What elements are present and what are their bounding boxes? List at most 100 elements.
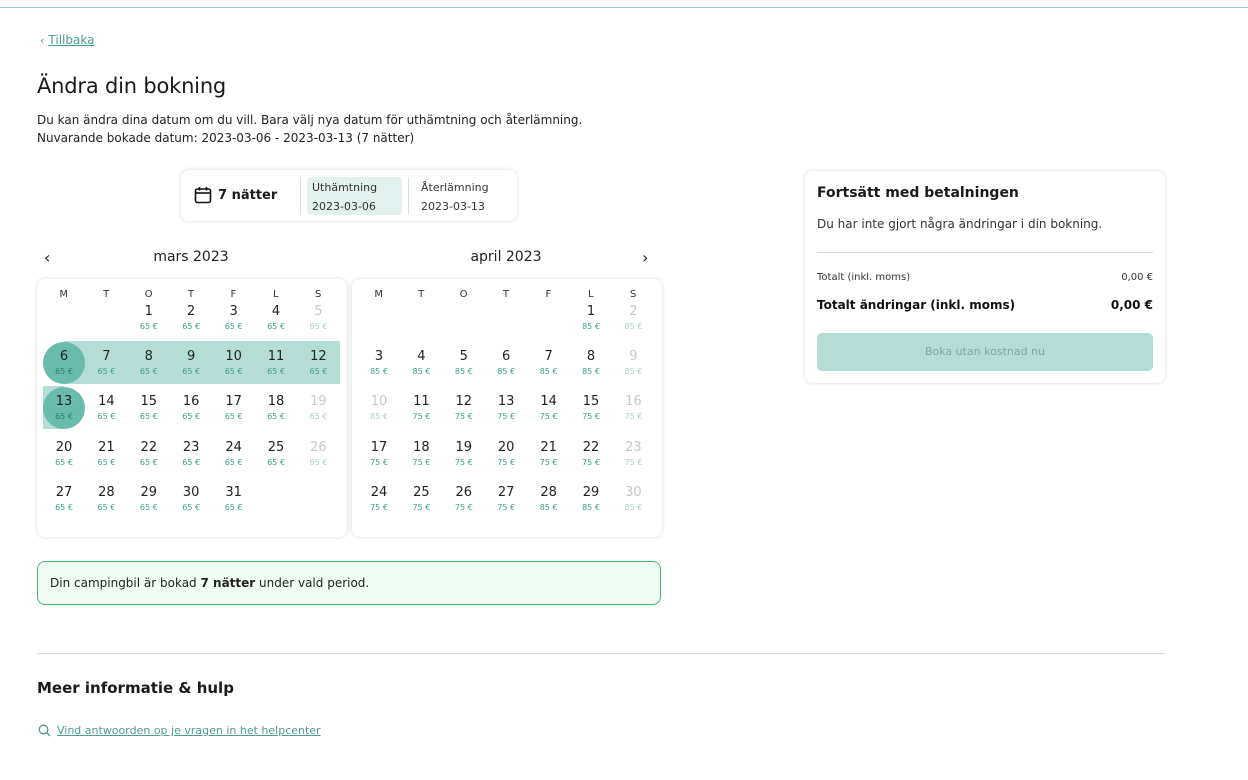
calendar-day[interactable]: 13 75 € bbox=[485, 386, 527, 430]
day-price: 65 € bbox=[97, 457, 116, 467]
calendar-day[interactable]: 27 75 € bbox=[485, 477, 527, 521]
calendar-day[interactable]: 14 75 € bbox=[528, 386, 570, 430]
pickup-label: Uthämtning bbox=[312, 181, 378, 194]
calendar-day[interactable]: 23 65 € bbox=[170, 432, 212, 476]
back-link-label: Tillbaka bbox=[48, 33, 95, 47]
day-price: 75 € bbox=[412, 457, 431, 467]
calendar-day[interactable]: 2 65 € bbox=[170, 296, 212, 340]
day-number: 10 bbox=[225, 349, 242, 365]
calendar-day[interactable]: 30 65 € bbox=[170, 477, 212, 521]
calendar-day[interactable]: 21 75 € bbox=[528, 432, 570, 476]
intro-text: Du kan ändra dina datum om du vill. Bara… bbox=[37, 113, 583, 127]
summary-separator bbox=[300, 177, 301, 215]
weekday-header: T bbox=[103, 289, 110, 300]
calendar-day[interactable]: 16 65 € bbox=[170, 386, 212, 430]
calendar-day[interactable]: 25 65 € bbox=[255, 432, 297, 476]
calendar-day[interactable]: 15 75 € bbox=[570, 386, 612, 430]
calendar-day[interactable]: 18 65 € bbox=[255, 386, 297, 430]
calendar-day: 19 65 € bbox=[297, 386, 339, 430]
day-price: 85 € bbox=[454, 367, 473, 377]
calendar-day[interactable]: 20 65 € bbox=[43, 432, 85, 476]
booking-summary: 7 nätter Uthämtning 2023-03-06 Återlämni… bbox=[181, 170, 517, 221]
calendar-day[interactable]: 3 85 € bbox=[358, 341, 400, 385]
calendar-month-april: M T O T F L S 1 85 €2 85 €3 85 €4 85 €5 85 €6 85 €7 85… bbox=[352, 279, 662, 537]
calendar-day[interactable]: 9 65 € bbox=[170, 341, 212, 385]
weekday-header: M bbox=[59, 289, 69, 300]
calendar-day[interactable]: 11 65 € bbox=[255, 341, 297, 385]
calendar-day[interactable]: 18 75 € bbox=[400, 432, 442, 476]
calendar-day[interactable]: 12 65 € bbox=[297, 341, 339, 385]
day-number: 8 bbox=[586, 349, 596, 365]
calendar-day[interactable]: 6 85 € bbox=[485, 341, 527, 385]
calendar-day[interactable]: 26 75 € bbox=[443, 477, 485, 521]
day-price: 65 € bbox=[224, 412, 243, 422]
day-number: 22 bbox=[582, 439, 600, 455]
day-price: 75 € bbox=[539, 412, 558, 422]
calendar-day[interactable]: 4 65 € bbox=[255, 296, 297, 340]
calendar-day[interactable]: 31 65 € bbox=[213, 477, 255, 521]
calendar-day[interactable]: 27 65 € bbox=[43, 477, 85, 521]
day-price: 65 € bbox=[97, 367, 116, 377]
day-number: 7 bbox=[544, 349, 553, 365]
calendar-day[interactable]: 24 75 € bbox=[358, 477, 400, 521]
day-number: 15 bbox=[582, 394, 600, 410]
calendar-day[interactable]: 28 65 € bbox=[85, 477, 127, 521]
day-price: 85 € bbox=[582, 322, 600, 331]
total-label: Totalt (inkl. moms) bbox=[817, 272, 911, 283]
calendar-day: 16 75 € bbox=[612, 386, 654, 430]
calendar-day[interactable]: 17 65 € bbox=[213, 386, 255, 430]
day-price: 65 € bbox=[139, 502, 158, 512]
calendar-day[interactable]: 7 65 € bbox=[85, 341, 127, 385]
day-price: 65 € bbox=[55, 412, 73, 422]
day-price: 65 € bbox=[139, 457, 158, 467]
calendar-day[interactable]: 11 75 € bbox=[400, 386, 442, 430]
calendar-day[interactable]: 19 75 € bbox=[443, 432, 485, 476]
calendar-day[interactable]: 22 65 € bbox=[128, 432, 170, 476]
calendar-day[interactable]: 29 85 € bbox=[570, 477, 612, 521]
day-price: 75 € bbox=[497, 502, 516, 512]
day-price: 75 € bbox=[370, 502, 388, 512]
day-number: 19 bbox=[455, 439, 473, 455]
calendar-day[interactable]: 25 75 € bbox=[400, 477, 442, 521]
calendar-day[interactable]: 13 65 € bbox=[43, 386, 85, 430]
calendar-day[interactable]: 20 75 € bbox=[485, 432, 527, 476]
page-intro: Du kan ändra dina datum om du vill. Bara… bbox=[37, 111, 582, 147]
day-number: 19 bbox=[310, 394, 327, 410]
calendar-day[interactable]: 12 75 € bbox=[443, 386, 485, 430]
day-price: 65 € bbox=[267, 322, 285, 331]
calendar-day[interactable]: 14 65 € bbox=[85, 386, 127, 430]
calendar-day[interactable]: 6 65 € bbox=[43, 341, 85, 385]
calendar-day[interactable]: 8 85 € bbox=[570, 341, 612, 385]
day-number: 30 bbox=[182, 484, 200, 500]
calendar-day[interactable]: 22 75 € bbox=[570, 432, 612, 476]
calendar-day[interactable]: 7 85 € bbox=[528, 341, 570, 385]
helpcenter-link[interactable]: Vind antwoorden op je vragen in het help… bbox=[38, 724, 321, 737]
book-free-button[interactable]: Boka utan kostnad nu bbox=[817, 333, 1153, 371]
day-price: 75 € bbox=[454, 412, 473, 422]
day-number: 5 bbox=[459, 349, 468, 365]
calendar-day[interactable]: 4 85 € bbox=[400, 341, 442, 385]
back-link[interactable]: ‹ Tillbaka bbox=[40, 33, 94, 47]
calendar-day[interactable]: 10 65 € bbox=[213, 341, 255, 385]
calendar-day[interactable]: 3 65 € bbox=[213, 296, 255, 340]
nights-label: 7 nätter bbox=[218, 187, 278, 203]
day-number: 13 bbox=[55, 394, 73, 410]
calendar-day[interactable]: 17 75 € bbox=[358, 432, 400, 476]
day-number: 9 bbox=[629, 349, 638, 365]
calendar-day: 2 85 € bbox=[612, 296, 654, 340]
calendar-day[interactable]: 15 65 € bbox=[128, 386, 170, 430]
day-number: 2 bbox=[629, 304, 638, 319]
calendar-day[interactable]: 8 65 € bbox=[128, 341, 170, 385]
calendar-day[interactable]: 24 65 € bbox=[213, 432, 255, 476]
calendar-day[interactable]: 1 85 € bbox=[570, 296, 612, 340]
day-number: 11 bbox=[267, 349, 285, 365]
day-price: 65 € bbox=[182, 367, 201, 377]
calendar-day: 9 85 € bbox=[612, 341, 654, 385]
calendar-day[interactable]: 28 85 € bbox=[528, 477, 570, 521]
day-price: 65 € bbox=[55, 502, 73, 512]
calendar-day[interactable]: 29 65 € bbox=[128, 477, 170, 521]
day-number: 25 bbox=[267, 439, 285, 455]
calendar-day[interactable]: 5 85 € bbox=[443, 341, 485, 385]
calendar-day[interactable]: 21 65 € bbox=[85, 432, 127, 476]
calendar-day[interactable]: 1 65 € bbox=[128, 296, 170, 340]
